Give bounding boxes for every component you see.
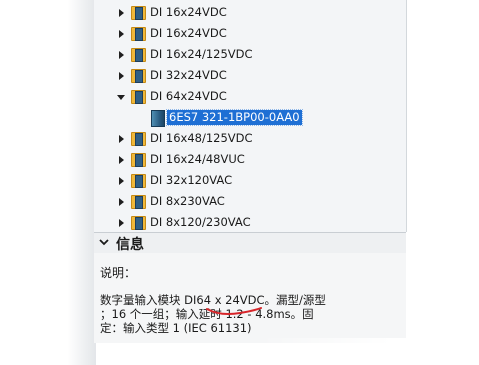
tree-item-label: DI 8x120/230VAC [150,215,251,229]
catalog-tree[interactable]: DI 16x24VDC DI 16x24VDC DI 16x24/125VDC DI … [94,0,407,232]
hardware-catalog-window: DI 16x24VDC DI 16x24VDC DI 16x24/125VDC DI … [0,0,479,365]
tree-item-folder[interactable]: DI 8x230VAC [94,192,406,212]
tree-item-folder[interactable]: DI 64x24VDC [94,87,406,107]
info-section-body: 说明： 数字量输入模块 DI64 x 24VDC。漏型/源型 ；16 个一组；输… [94,253,406,343]
expand-arrow-right-icon[interactable] [119,219,124,227]
expand-arrow-right-icon[interactable] [119,30,124,38]
description-line: 定：输入类型 1 (IEC 61131) [100,321,252,335]
tree-item-label: DI 64x24VDC [150,89,227,103]
folder-card-icon [131,132,146,146]
tree-item-label: DI 32x120VAC [150,173,233,187]
description-label: 说明： [100,266,137,280]
tree-item-label: DI 16x24/48VUC [150,152,245,166]
tree-item-folder[interactable]: DI 32x120VAC [94,171,406,191]
expand-arrow-right-icon[interactable] [119,198,124,206]
tree-item-label: DI 16x24/125VDC [150,47,253,61]
tree-item-folder[interactable]: DI 8x120/230VAC [94,213,406,232]
folder-card-icon [131,216,146,230]
folder-card-icon [131,6,146,20]
expand-arrow-right-icon[interactable] [119,72,124,80]
folder-card-icon [131,174,146,188]
chevron-down-icon[interactable] [98,236,110,248]
tree-item-folder[interactable]: DI 16x24/125VDC [94,45,406,65]
expand-arrow-right-icon[interactable] [119,135,124,143]
tree-item-folder[interactable]: DI 16x24/48VUC [94,150,406,170]
tree-item-label: DI 16x48/125VDC [150,131,253,145]
info-section-header[interactable]: 信息 [94,232,406,254]
tree-item-folder[interactable]: DI 16x24VDC [94,24,406,44]
info-section-title: 信息 [116,237,144,253]
tree-item-folder[interactable]: DI 16x24VDC [94,3,406,23]
tree-item-folder[interactable]: DI 32x24VDC [94,66,406,86]
expand-arrow-right-icon[interactable] [119,9,124,17]
folder-card-icon [131,195,146,209]
folder-card-icon [131,48,146,62]
expand-arrow-right-icon[interactable] [119,51,124,59]
folder-card-icon [131,90,146,104]
tree-item-label: DI 32x24VDC [150,68,227,82]
left-edge-shadow [0,0,96,365]
expand-arrow-right-icon[interactable] [119,156,124,164]
tree-item-folder[interactable]: DI 16x48/125VDC [94,129,406,149]
module-icon [151,110,165,127]
tree-item-label: DI 16x24VDC [150,5,227,19]
tree-item-label: DI 16x24VDC [150,26,227,40]
tree-item-label: DI 8x230VAC [150,194,225,208]
bottom-fade [260,338,479,365]
tree-item-label: 6ES7 321-1BP00-0AA0 [166,109,303,126]
folder-card-icon [131,27,146,41]
folder-card-icon [131,153,146,167]
expand-arrow-right-icon[interactable] [119,177,124,185]
folder-card-icon [131,69,146,83]
red-underline-annotation [206,307,262,315]
expand-arrow-down-icon[interactable] [117,95,125,100]
tree-item-module[interactable]: 6ES7 321-1BP00-0AA0 [94,108,406,128]
